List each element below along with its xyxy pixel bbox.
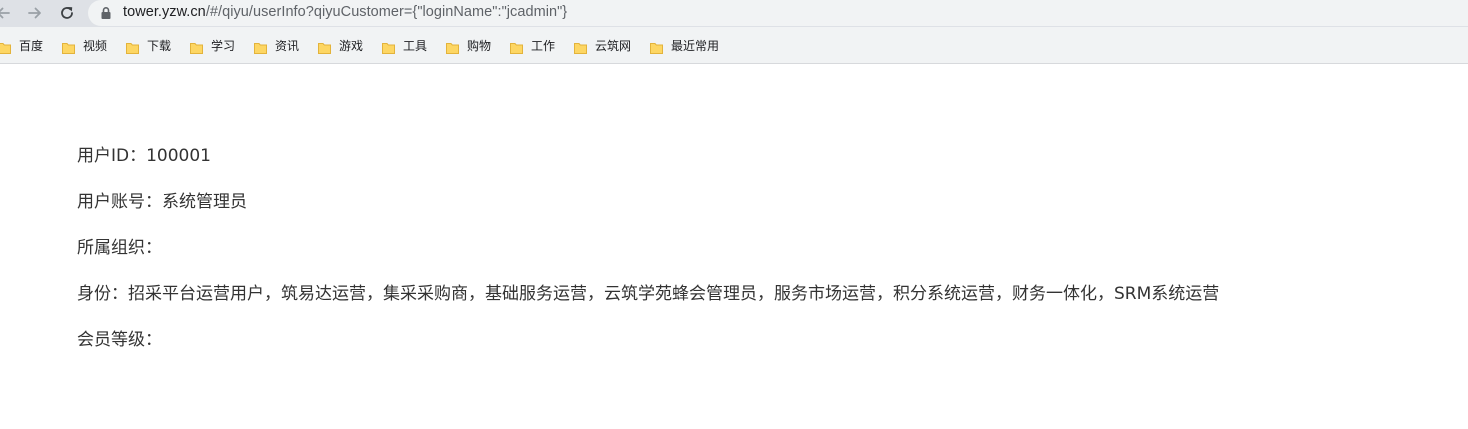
- identity-line: 身份：招采平台运营用户，筑易达运营，集采采购商，基础服务运营，云筑学苑蜂会管理员…: [77, 284, 1220, 304]
- bookmark-yunzhu[interactable]: 云筑网: [574, 36, 631, 54]
- user-account-line: 用户账号：系统管理员: [77, 192, 247, 212]
- folder-icon: [254, 39, 267, 54]
- bookmark-label: 最近常用: [671, 38, 720, 53]
- user-info-panel: 用户ID：100001 用户账号：系统管理员 所属组织： 身份：招采平台运营用户…: [77, 144, 1457, 374]
- bookmark-label: 下载: [147, 38, 172, 53]
- folder-icon: [382, 39, 395, 54]
- bookmarks-bar: 百度 视频 下载 学习 资讯 游戏 工具 购物 工作 云筑网 最近常用: [0, 27, 1468, 64]
- bookmark-label: 游戏: [339, 38, 364, 53]
- folder-icon: [0, 39, 11, 54]
- bookmark-recent[interactable]: 最近常用: [650, 36, 719, 54]
- folder-icon: [574, 39, 587, 54]
- url-host: tower.yzw.cn: [123, 4, 206, 20]
- bookmark-games[interactable]: 游戏: [318, 36, 363, 54]
- bookmark-label: 云筑网: [595, 38, 632, 53]
- bookmark-label: 学习: [211, 38, 236, 53]
- arrow-left-icon: [0, 7, 10, 19]
- bookmark-label: 视频: [83, 38, 108, 53]
- bookmark-label: 百度: [19, 38, 44, 53]
- folder-icon: [650, 39, 663, 54]
- forward-button[interactable]: [24, 3, 46, 23]
- folder-icon: [126, 39, 139, 54]
- url-text[interactable]: tower.yzw.cn/#/qiyu/userInfo?qiyuCustome…: [123, 4, 567, 20]
- bookmark-video[interactable]: 视频: [62, 36, 107, 54]
- back-button[interactable]: [0, 3, 14, 23]
- bookmark-news[interactable]: 资讯: [254, 36, 299, 54]
- bookmark-baidu[interactable]: 百度: [0, 36, 43, 54]
- bookmark-download[interactable]: 下载: [126, 36, 171, 54]
- folder-icon: [62, 39, 75, 54]
- bookmark-work[interactable]: 工作: [510, 36, 555, 54]
- reload-icon: [61, 7, 73, 19]
- bookmark-label: 工作: [531, 38, 556, 53]
- bookmark-tools[interactable]: 工具: [382, 36, 427, 54]
- browser-toolbar: tower.yzw.cn/#/qiyu/userInfo?qiyuCustome…: [0, 0, 1468, 27]
- member-level-line: 会员等级：: [77, 330, 162, 350]
- bookmark-label: 购物: [467, 38, 492, 53]
- user-id-line: 用户ID：100001: [77, 146, 211, 166]
- folder-icon: [318, 39, 331, 54]
- bookmark-label: 资讯: [275, 38, 300, 53]
- lock-icon[interactable]: [99, 6, 113, 20]
- folder-icon: [446, 39, 459, 54]
- url-path: /#/qiyu/userInfo?qiyuCustomer={"loginNam…: [205, 4, 568, 20]
- folder-icon: [510, 39, 523, 54]
- bookmark-shopping[interactable]: 购物: [446, 36, 491, 54]
- address-bar[interactable]: tower.yzw.cn/#/qiyu/userInfo?qiyuCustome…: [88, 0, 1468, 26]
- bookmark-label: 工具: [403, 38, 428, 53]
- folder-icon: [190, 39, 203, 54]
- arrow-right-icon: [28, 7, 41, 19]
- bookmark-study[interactable]: 学习: [190, 36, 235, 54]
- reload-button[interactable]: [56, 3, 78, 23]
- organization-line: 所属组织：: [77, 238, 162, 258]
